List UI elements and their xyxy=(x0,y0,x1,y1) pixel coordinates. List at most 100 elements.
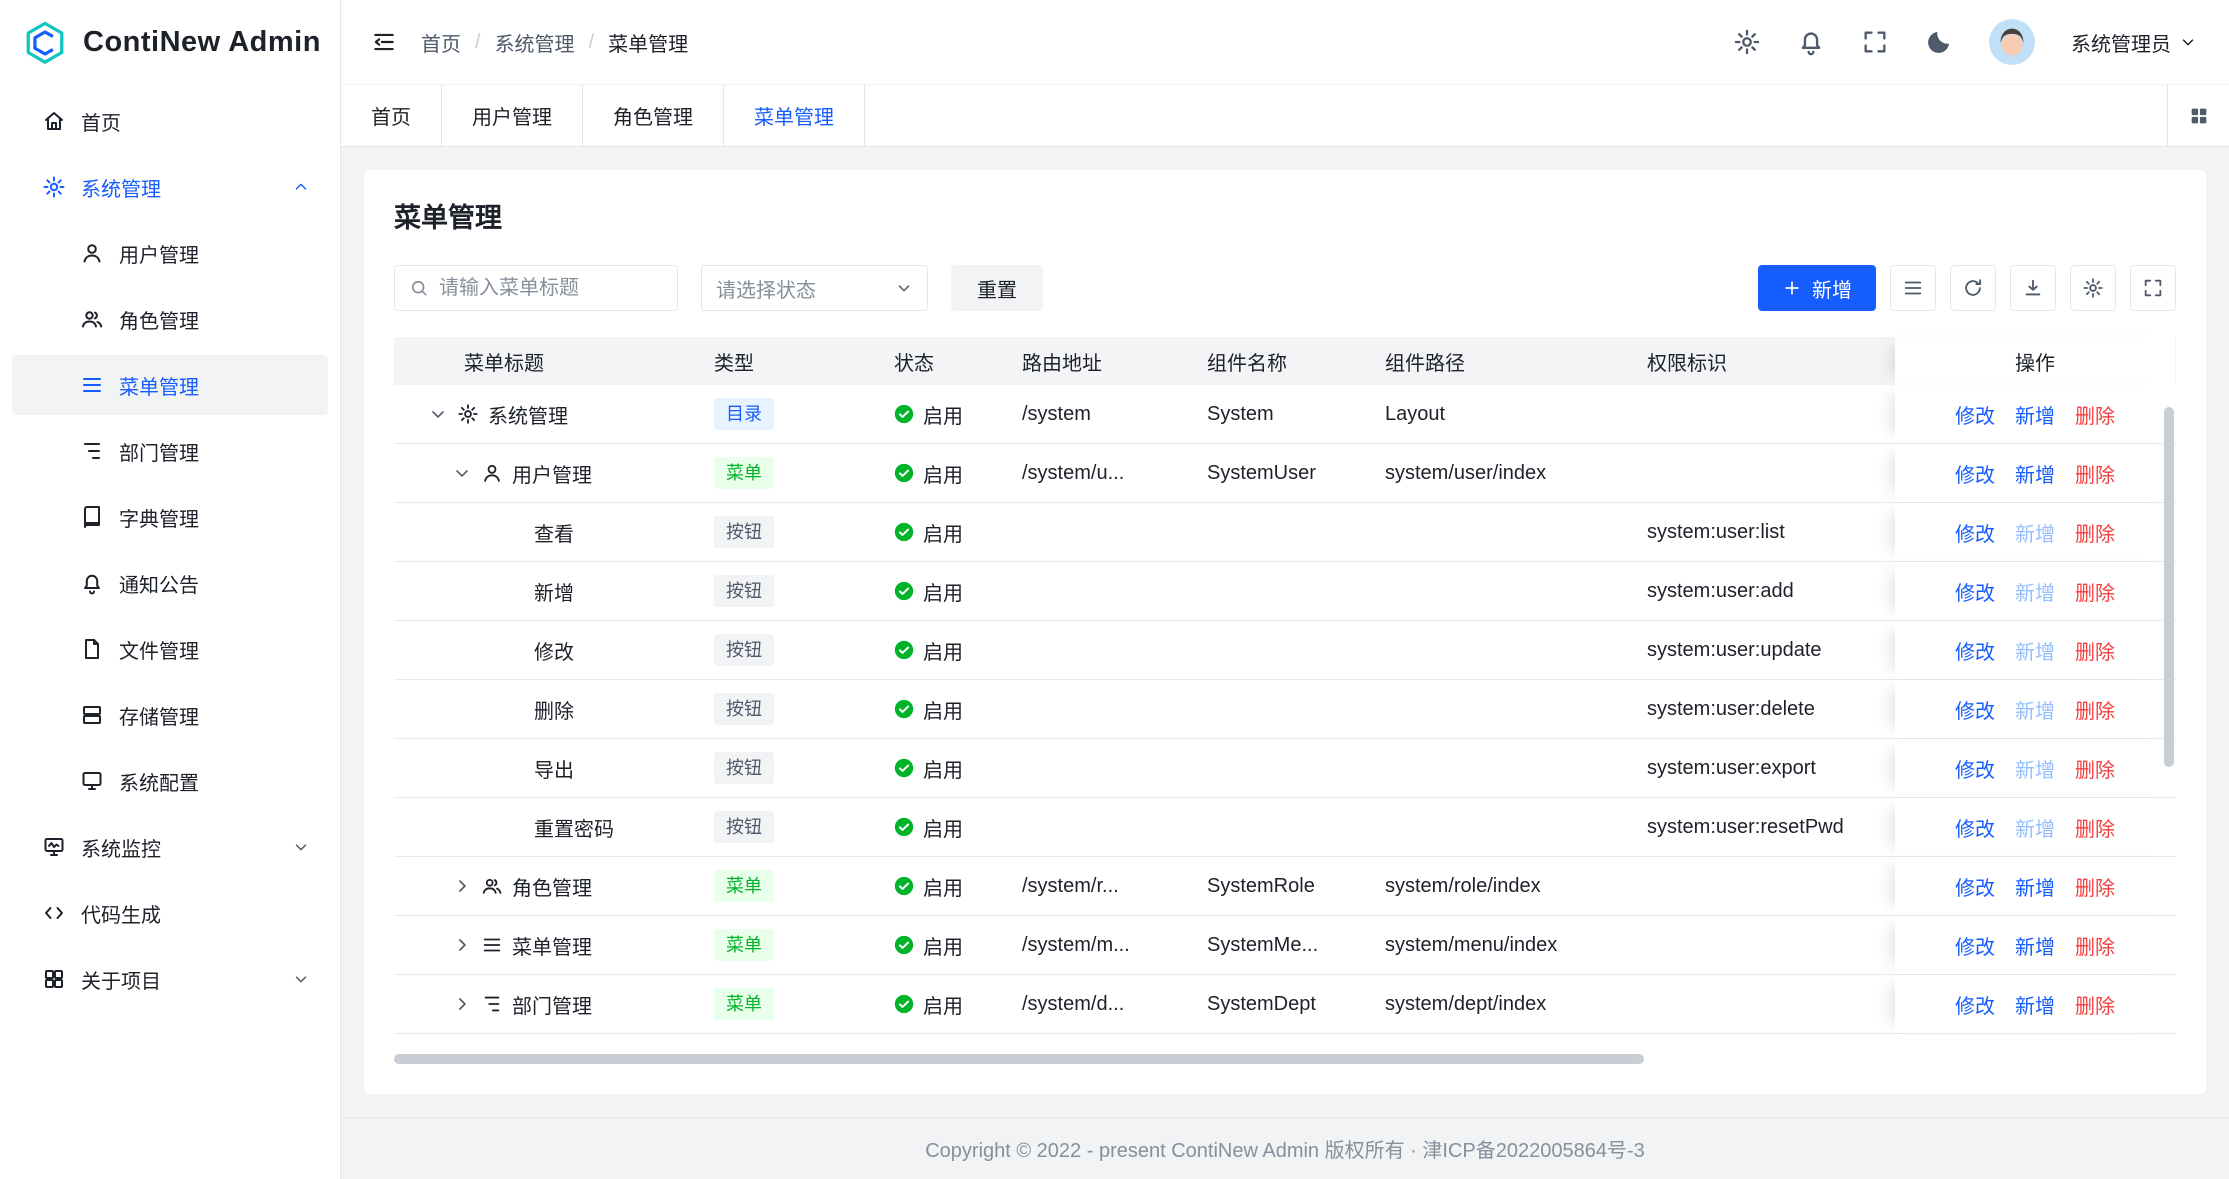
tab-list-icon[interactable] xyxy=(2167,85,2229,146)
refresh-button[interactable] xyxy=(1950,265,1996,311)
component-path-cell: system/dept/index xyxy=(1365,975,1627,1033)
sidebar-item-monitor[interactable]: 系统监控 xyxy=(12,817,328,877)
sidebar-item-home[interactable]: 首页 xyxy=(12,91,328,151)
delete-link[interactable]: 删除 xyxy=(2075,636,2115,665)
chevron-down-icon[interactable] xyxy=(452,463,472,483)
list-icon xyxy=(1902,277,1924,299)
add-link[interactable]: 新增 xyxy=(2015,931,2055,960)
add-link[interactable]: 新增 xyxy=(2015,872,2055,901)
grid-icon xyxy=(42,967,66,991)
sidebar-item-dictionary[interactable]: 字典管理 xyxy=(12,487,328,547)
edit-link[interactable]: 修改 xyxy=(1955,990,1995,1019)
table-fullscreen-button[interactable] xyxy=(2130,265,2176,311)
sidebar-item-menus[interactable]: 菜单管理 xyxy=(12,355,328,415)
edit-link[interactable]: 修改 xyxy=(1955,577,1995,606)
delete-link[interactable]: 删除 xyxy=(2075,754,2115,783)
edit-link[interactable]: 修改 xyxy=(1955,459,1995,488)
sidebar-item-users[interactable]: 用户管理 xyxy=(12,223,328,283)
add-link-disabled: 新增 xyxy=(2015,577,2055,606)
app-logo[interactable]: ContiNew Admin xyxy=(0,0,340,85)
type-tag: 按钮 xyxy=(714,752,774,784)
sidebar-item-codegen[interactable]: 代码生成 xyxy=(12,883,328,943)
edit-link[interactable]: 修改 xyxy=(1955,813,1995,842)
permission-cell: system:user:delete xyxy=(1627,680,1895,738)
status-select-value: 请选择状态 xyxy=(716,274,816,303)
delete-link[interactable]: 删除 xyxy=(2075,577,2115,606)
status-enabled-icon xyxy=(894,935,914,955)
bell-icon[interactable] xyxy=(1797,28,1825,56)
user-avatar[interactable] xyxy=(1989,19,2035,65)
delete-link[interactable]: 删除 xyxy=(2075,872,2115,901)
delete-link[interactable]: 删除 xyxy=(2075,931,2115,960)
edit-link[interactable]: 修改 xyxy=(1955,931,1995,960)
breadcrumb-item[interactable]: 首页 xyxy=(421,28,461,57)
add-link[interactable]: 新增 xyxy=(2015,990,2055,1019)
dark-mode-moon-icon[interactable] xyxy=(1925,28,1953,56)
col-header-permission: 权限标识 xyxy=(1627,337,1895,385)
edit-link[interactable]: 修改 xyxy=(1955,754,1995,783)
sidebar-item-roles[interactable]: 角色管理 xyxy=(12,289,328,349)
permission-cell xyxy=(1627,916,1895,974)
status-enabled-icon xyxy=(894,522,914,542)
route-cell: /system/m... xyxy=(1002,916,1187,974)
search-input[interactable] xyxy=(439,277,663,300)
chevron-right-icon[interactable] xyxy=(452,876,472,896)
edit-link[interactable]: 修改 xyxy=(1955,695,1995,724)
menu-fold-icon[interactable] xyxy=(371,29,397,55)
edit-link[interactable]: 修改 xyxy=(1955,872,1995,901)
type-tag: 按钮 xyxy=(714,516,774,548)
export-button[interactable] xyxy=(2010,265,2056,311)
chevron-down-icon[interactable] xyxy=(428,404,448,424)
tab-users[interactable]: 用户管理 xyxy=(442,85,583,146)
vertical-scrollbar[interactable] xyxy=(2164,407,2174,767)
edit-link[interactable]: 修改 xyxy=(1955,400,1995,429)
route-cell xyxy=(1002,503,1187,561)
breadcrumb-item[interactable]: 系统管理 xyxy=(495,28,575,57)
tab-home[interactable]: 首页 xyxy=(341,85,442,146)
sidebar-item-label: 部门管理 xyxy=(119,437,199,466)
add-link[interactable]: 新增 xyxy=(2015,400,2055,429)
edit-link[interactable]: 修改 xyxy=(1955,636,1995,665)
component-path-cell xyxy=(1365,621,1627,679)
delete-link[interactable]: 删除 xyxy=(2075,695,2115,724)
component-name-cell: SystemUser xyxy=(1187,444,1365,502)
horizontal-scrollbar[interactable] xyxy=(394,1052,2176,1066)
add-button[interactable]: 新增 xyxy=(1758,265,1876,311)
component-name-cell xyxy=(1187,621,1365,679)
status-select[interactable]: 请选择状态 xyxy=(701,265,928,311)
component-name-cell xyxy=(1187,503,1365,561)
sidebar-item-system[interactable]: 系统管理 xyxy=(12,157,328,217)
delete-link[interactable]: 删除 xyxy=(2075,518,2115,547)
status-enabled-icon xyxy=(894,876,914,896)
menu-title: 查看 xyxy=(534,518,574,547)
delete-link[interactable]: 删除 xyxy=(2075,400,2115,429)
chevron-right-icon[interactable] xyxy=(452,935,472,955)
delete-link[interactable]: 删除 xyxy=(2075,813,2115,842)
delete-link[interactable]: 删除 xyxy=(2075,990,2115,1019)
tab-menus[interactable]: 菜单管理 xyxy=(724,85,865,146)
batch-list-button[interactable] xyxy=(1890,265,1936,311)
delete-link[interactable]: 删除 xyxy=(2075,459,2115,488)
tab-roles[interactable]: 角色管理 xyxy=(583,85,724,146)
user-menu[interactable]: 系统管理员 xyxy=(2071,28,2197,57)
sidebar-item-config[interactable]: 系统配置 xyxy=(12,751,328,811)
status-enabled-icon xyxy=(894,463,914,483)
edit-link[interactable]: 修改 xyxy=(1955,518,1995,547)
chevron-right-icon[interactable] xyxy=(452,994,472,1014)
reset-button[interactable]: 重置 xyxy=(951,265,1043,311)
sidebar-item-notices[interactable]: 通知公告 xyxy=(12,553,328,613)
sidebar-item-departments[interactable]: 部门管理 xyxy=(12,421,328,481)
settings-icon[interactable] xyxy=(1733,28,1761,56)
sidebar-item-storage[interactable]: 存储管理 xyxy=(12,685,328,745)
table-header-row: 菜单标题 类型 状态 路由地址 组件名称 组件路径 权限标识 操作 xyxy=(394,337,2176,385)
status-text: 启用 xyxy=(923,459,963,488)
home-icon xyxy=(42,109,66,133)
sidebar-item-files[interactable]: 文件管理 xyxy=(12,619,328,679)
fullscreen-icon[interactable] xyxy=(1861,28,1889,56)
sidebar-item-about[interactable]: 关于项目 xyxy=(12,949,328,1009)
type-tag: 目录 xyxy=(714,398,774,430)
column-settings-button[interactable] xyxy=(2070,265,2116,311)
horizontal-scrollbar-thumb[interactable] xyxy=(394,1054,1644,1064)
chevron-down-icon xyxy=(292,970,310,988)
add-link[interactable]: 新增 xyxy=(2015,459,2055,488)
